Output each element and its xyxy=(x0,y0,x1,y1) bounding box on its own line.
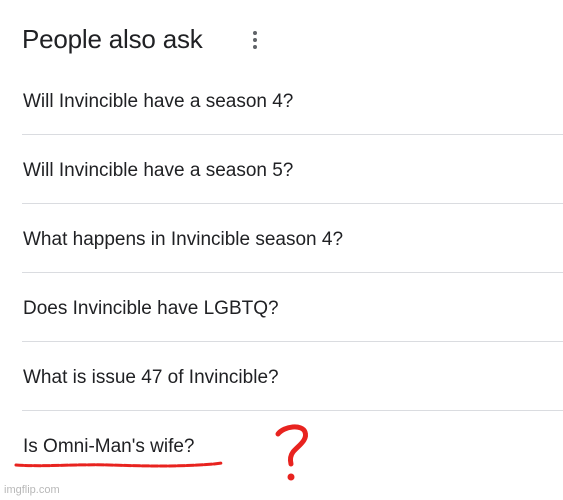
red-question-mark-annotation xyxy=(275,424,309,481)
question-row[interactable]: Does Invincible have LGBTQ? xyxy=(22,273,563,342)
more-vertical-icon xyxy=(253,31,257,35)
watermark: imgflip.com xyxy=(4,484,60,496)
more-options-button[interactable] xyxy=(243,28,267,52)
question-row[interactable]: Will Invincible have a season 4? xyxy=(22,66,563,135)
people-also-ask-panel: People also ask Will Invincible have a s… xyxy=(0,0,563,500)
question-text: What happens in Invincible season 4? xyxy=(23,229,344,250)
question-list: Will Invincible have a season 4? Will In… xyxy=(22,66,563,480)
question-text: Does Invincible have LGBTQ? xyxy=(23,298,279,319)
red-underline-annotation xyxy=(14,461,224,468)
panel-header: People also ask xyxy=(22,22,203,56)
question-text: Will Invincible have a season 5? xyxy=(23,160,294,181)
panel-title: People also ask xyxy=(22,24,203,54)
question-text: What is issue 47 of Invincible? xyxy=(23,367,279,388)
question-row[interactable]: What happens in Invincible season 4? xyxy=(22,204,563,273)
question-row[interactable]: Will Invincible have a season 5? xyxy=(22,135,563,204)
question-row[interactable]: What is issue 47 of Invincible? xyxy=(22,342,563,411)
question-text: Will Invincible have a season 4? xyxy=(23,91,294,112)
